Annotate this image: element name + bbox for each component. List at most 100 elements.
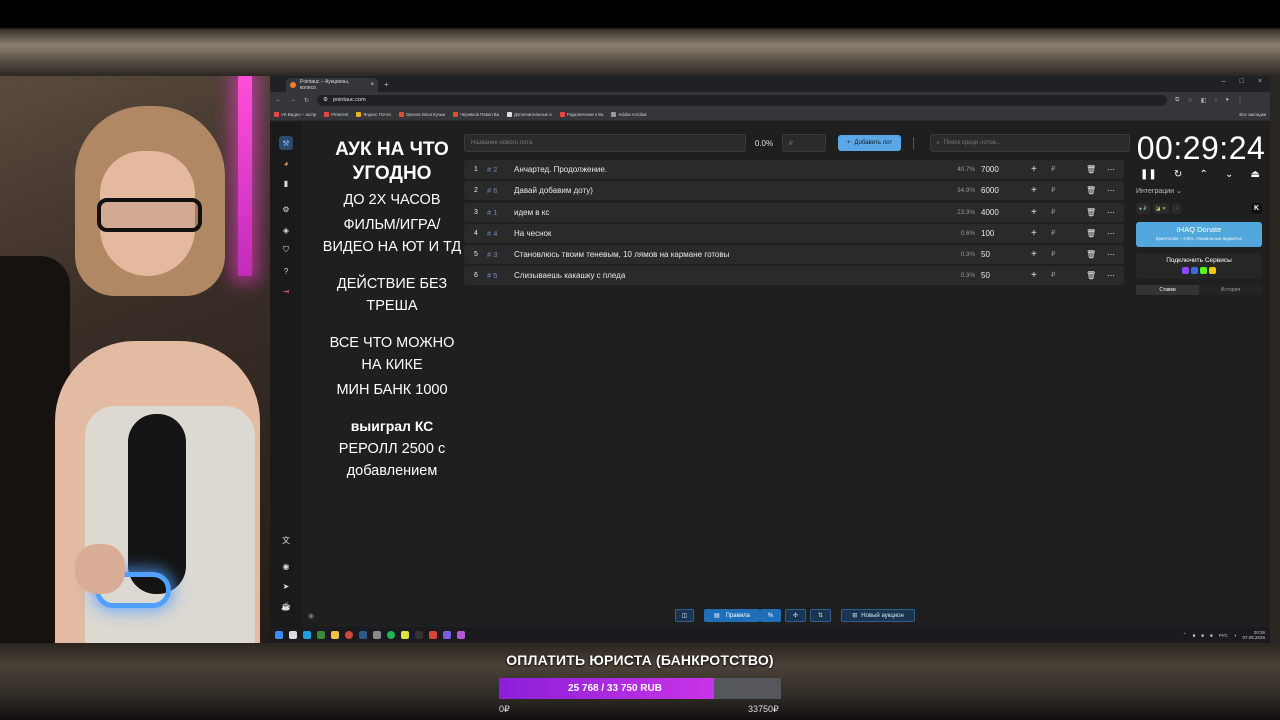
new-tab-icon[interactable]: + bbox=[384, 80, 389, 89]
obs-icon[interactable] bbox=[415, 631, 423, 639]
address-bar[interactable]: ⚙ pointauc.com bbox=[317, 94, 1168, 106]
lot-search-input[interactable]: ⌕ Поиск среди лотов... bbox=[930, 134, 1131, 152]
ruble-icon[interactable]: ₽ bbox=[1051, 224, 1055, 243]
delete-icon[interactable]: 🗑 bbox=[1086, 266, 1096, 285]
lot-row[interactable]: 2 # 6 Давай добавим доту) 34.9% 6000 + ₽ 🗑 ⋯ bbox=[464, 181, 1124, 201]
ruble-icon[interactable]: ₽ bbox=[1051, 160, 1055, 179]
add-amount-icon[interactable]: + bbox=[1031, 245, 1037, 264]
add-lot-button[interactable]: + Добавить лот bbox=[838, 135, 902, 151]
reduce-time-icon[interactable]: ⌄ bbox=[1225, 169, 1233, 180]
ruble-icon[interactable]: ₽ bbox=[1051, 181, 1055, 200]
donate-banner[interactable]: IHAQ Donate Криптосим – 3,5%. Уникальные… bbox=[1136, 222, 1262, 247]
app-icon[interactable] bbox=[429, 631, 437, 639]
ruble-icon[interactable]: ₽ bbox=[1051, 203, 1055, 222]
tray-app-icon[interactable]: ■ bbox=[1201, 633, 1204, 638]
minimize-icon[interactable]: – bbox=[1222, 78, 1226, 85]
lot-amount[interactable]: 6000 bbox=[981, 181, 1021, 200]
delete-icon[interactable]: 🗑 bbox=[1086, 245, 1096, 264]
taskview-icon[interactable] bbox=[289, 631, 297, 639]
lot-row[interactable]: 3 # 1 идем в кс 23.3% 4000 + ₽ 🗑 ⋯ bbox=[464, 202, 1124, 222]
menu-icon[interactable]: ⋮ bbox=[1237, 97, 1243, 104]
lot-amount-input[interactable]: ₽ bbox=[782, 134, 826, 152]
store-icon[interactable] bbox=[317, 631, 325, 639]
rules-button[interactable]: ▤ Правила bbox=[704, 609, 760, 622]
timer-chip[interactable]: ◔ bbox=[1171, 203, 1181, 214]
site-info-icon[interactable]: ⚙ bbox=[323, 97, 328, 103]
tray-app-icon[interactable]: ■ bbox=[1210, 633, 1213, 638]
stats-icon[interactable]: ▮ bbox=[279, 176, 293, 190]
lot-row[interactable]: 5 # 3 Становлюсь твоим теневым, 10 лямов н… bbox=[464, 245, 1124, 265]
forward-icon[interactable]: → bbox=[290, 97, 296, 103]
add-amount-icon[interactable]: + bbox=[1031, 203, 1037, 222]
add-amount-icon[interactable]: + bbox=[1031, 181, 1037, 200]
bookmark-star-icon[interactable]: ☆ bbox=[1187, 97, 1192, 104]
close-window-icon[interactable]: × bbox=[1258, 78, 1262, 85]
twitch-chip[interactable]: ◪ ✕ bbox=[1152, 203, 1169, 214]
shield-icon[interactable]: ⛉ bbox=[279, 243, 293, 257]
percent-button[interactable]: % bbox=[760, 609, 781, 622]
sort-button[interactable]: ⇅ bbox=[810, 609, 831, 622]
new-auction-button[interactable]: ⊞ Новый аукцион bbox=[841, 609, 915, 622]
bookmark[interactable]: Черняков Павел Ва bbox=[452, 111, 499, 117]
lot-amount[interactable]: 7000 bbox=[981, 160, 1021, 179]
kick-icon[interactable]: K bbox=[1250, 203, 1262, 214]
delete-icon[interactable]: 🗑 bbox=[1086, 181, 1096, 200]
download-icon[interactable]: ↓ bbox=[1214, 97, 1217, 104]
layout-button[interactable]: ◫ bbox=[675, 609, 694, 622]
add-time-icon[interactable]: ⌃ bbox=[1199, 169, 1207, 180]
add-amount-icon[interactable]: + bbox=[1031, 266, 1037, 285]
telegram-icon[interactable]: ➤ bbox=[279, 579, 293, 593]
connect-services[interactable]: Подключить Сервисы bbox=[1136, 253, 1262, 279]
bookmark[interactable]: Яндекс Почта bbox=[356, 111, 391, 117]
lot-name[interactable]: Становлюсь твоим теневым, 10 лямов на ка… bbox=[514, 245, 729, 264]
tab-bids[interactable]: Ставки bbox=[1136, 285, 1199, 295]
pause-icon[interactable]: ❚❚ bbox=[1140, 169, 1157, 180]
lot-row[interactable]: 1 # 2 Анчартед. Продолжение. 40.7% 7000 + ₽ 🗑 ⋯ bbox=[464, 160, 1124, 179]
all-bookmarks[interactable]: Все закладки bbox=[1239, 112, 1266, 117]
delete-icon[interactable]: 🗑 bbox=[1086, 203, 1096, 222]
lot-amount[interactable]: 50 bbox=[981, 245, 1021, 264]
lot-name[interactable]: На чеснок bbox=[514, 224, 551, 243]
more-icon[interactable]: ⋯ bbox=[1107, 224, 1115, 243]
help-icon[interactable]: ? bbox=[279, 264, 293, 278]
app-icon[interactable] bbox=[401, 631, 409, 639]
tray-chevron-icon[interactable]: ⌃ bbox=[1183, 632, 1187, 638]
integrations-label[interactable]: Интеграции ⌄ bbox=[1136, 187, 1182, 195]
double-up-icon[interactable]: ⏏ bbox=[1251, 169, 1260, 180]
auction-icon[interactable]: ⚒ bbox=[279, 136, 293, 150]
edge-icon[interactable] bbox=[303, 631, 311, 639]
github-icon[interactable]: ◉ bbox=[279, 559, 293, 573]
maximize-icon[interactable]: □ bbox=[1240, 78, 1244, 85]
bookmark[interactable]: Дополнительные и bbox=[507, 111, 552, 117]
bookmark[interactable]: VK Видео – экспр bbox=[274, 111, 316, 117]
settings-icon[interactable]: ⚙ bbox=[279, 202, 293, 216]
chrome-icon[interactable] bbox=[345, 631, 353, 639]
lot-name[interactable]: Анчартед. Продолжение. bbox=[514, 160, 607, 179]
bookmark[interactable]: Pinterest bbox=[324, 111, 348, 117]
reset-icon[interactable]: ↻ bbox=[1174, 169, 1182, 180]
reload-icon[interactable]: ↻ bbox=[304, 97, 309, 104]
lot-amount[interactable]: 50 bbox=[981, 266, 1021, 285]
app-icon[interactable] bbox=[373, 631, 381, 639]
lot-amount[interactable]: 100 bbox=[981, 224, 1021, 243]
close-tab-icon[interactable]: × bbox=[370, 82, 374, 88]
move-button[interactable]: ✣ bbox=[785, 609, 806, 622]
lot-name[interactable]: Слизываешь какашку с пледа bbox=[514, 266, 625, 285]
more-icon[interactable]: ⋯ bbox=[1107, 160, 1115, 179]
bookmark[interactable]: Орехов Илья Кузьм bbox=[398, 111, 445, 117]
volume-icon[interactable]: ◖ bbox=[1234, 633, 1237, 638]
lot-name[interactable]: идем в кс bbox=[514, 203, 549, 222]
more-icon[interactable]: ⋯ bbox=[1107, 266, 1115, 285]
lot-name-input[interactable]: Название нового лота bbox=[464, 134, 746, 152]
delete-icon[interactable]: 🗑 bbox=[1086, 224, 1096, 243]
eye-icon[interactable]: ◉ bbox=[308, 612, 314, 620]
more-icon[interactable]: ⋯ bbox=[1107, 203, 1115, 222]
browser-tab[interactable]: Pointauc – Аукционы, колесо × bbox=[286, 78, 378, 92]
more-icon[interactable]: ⋯ bbox=[1107, 181, 1115, 200]
app-icon[interactable] bbox=[457, 631, 465, 639]
explorer-icon[interactable] bbox=[331, 631, 339, 639]
profile-icon[interactable]: ● bbox=[1225, 97, 1229, 104]
ruble-icon[interactable]: ₽ bbox=[1051, 245, 1055, 264]
clock[interactable]: 20:36 07.08.2026 bbox=[1242, 630, 1265, 640]
start-icon[interactable] bbox=[275, 631, 283, 639]
